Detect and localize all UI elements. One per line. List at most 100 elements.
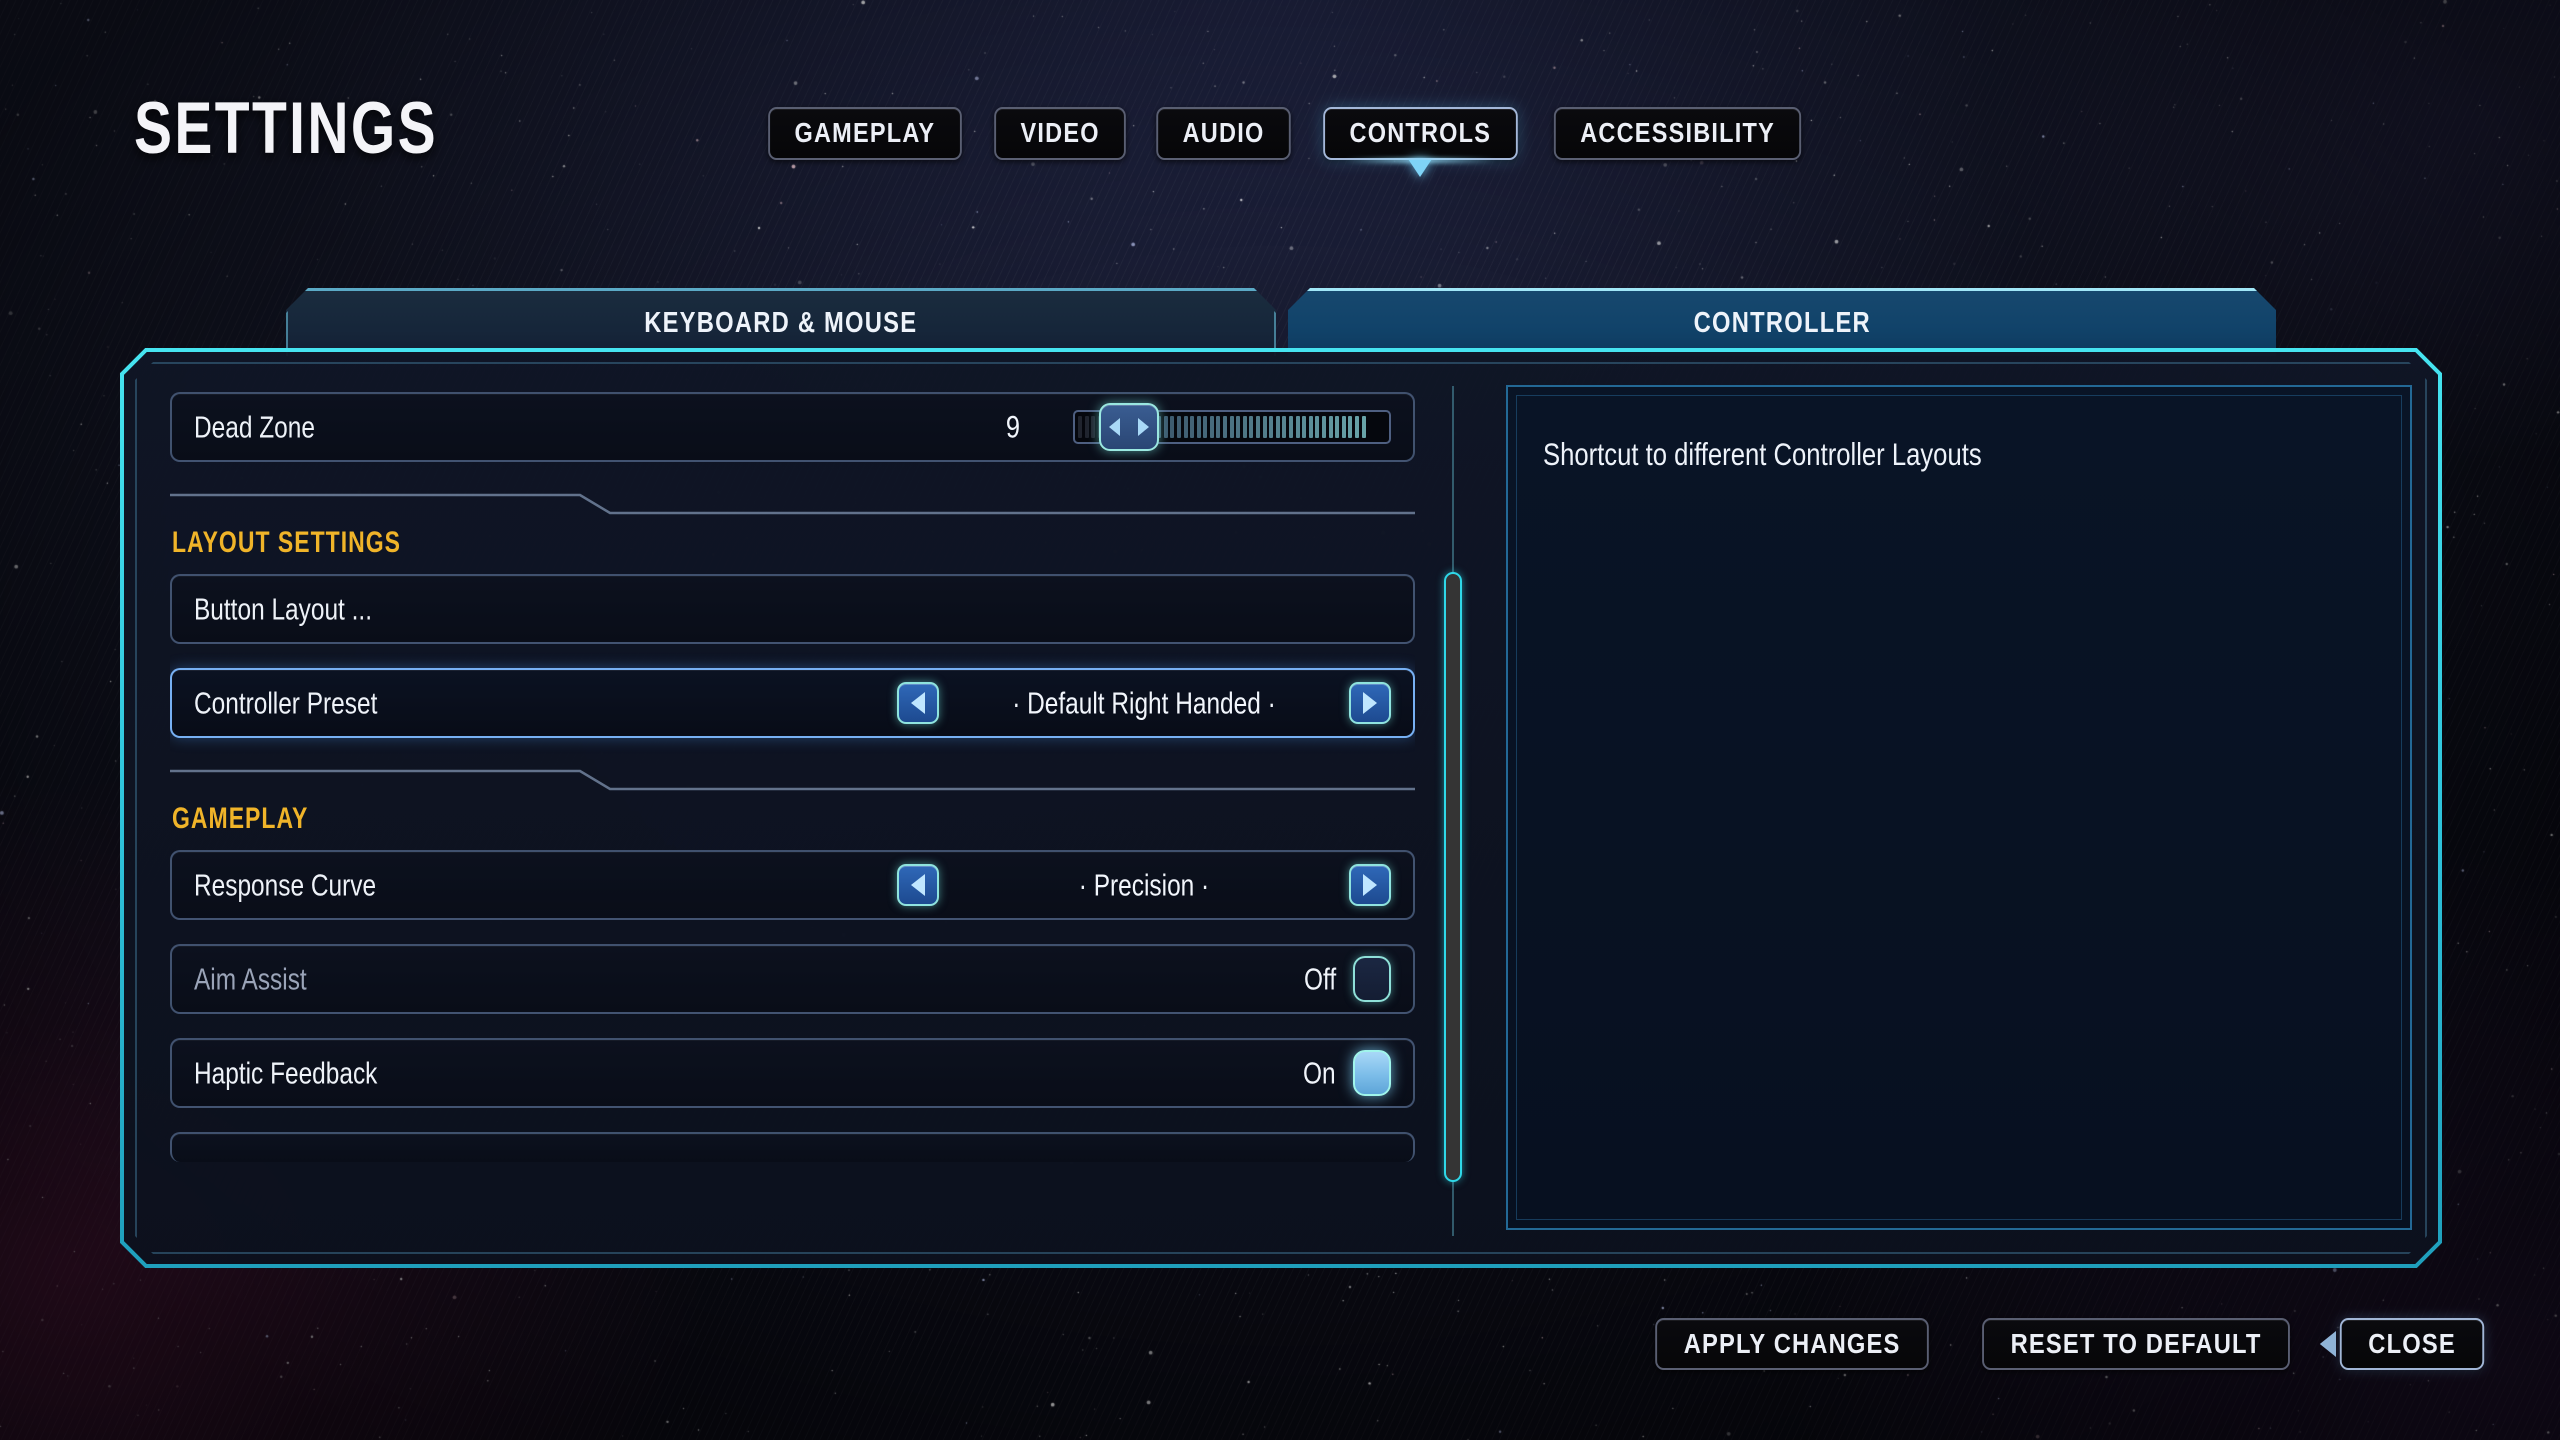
settings-list: Dead Zone 9 LAYOUT SETTINGS Button Layout .…: [170, 392, 1415, 1230]
button-close[interactable]: CLOSE: [2319, 1318, 2485, 1370]
slider-segment: [1196, 416, 1201, 438]
section-header-layout-settings: LAYOUT SETTINGS: [170, 486, 1415, 572]
slider-segment: [1289, 416, 1293, 438]
selector-value: · Default Right Handed ·: [1012, 685, 1276, 720]
setting-label: Controller Preset: [194, 685, 378, 720]
slider-segment: [1203, 416, 1208, 438]
slider-segment: [1262, 416, 1267, 438]
toggle-value-label: Off: [1303, 961, 1336, 996]
section-header-gameplay: GAMEPLAY: [170, 762, 1415, 848]
slider-segment: [1308, 416, 1313, 438]
slider-value: 9: [1005, 409, 1021, 444]
button-label: APPLY CHANGES: [1683, 1327, 1901, 1360]
toggle-value-label: On: [1303, 1055, 1336, 1090]
slider-segment: [1302, 416, 1307, 438]
chevron-right-icon: [1138, 418, 1149, 436]
section-divider: [170, 769, 1415, 791]
setting-label: Haptic Feedback: [194, 1055, 378, 1090]
slider-segment: [1242, 416, 1247, 438]
slider-segment: [1091, 416, 1096, 438]
back-arrow-icon: [2319, 1331, 2336, 1357]
info-panel: [1506, 385, 2412, 1230]
info-panel-text: Shortcut to different Controller Layouts: [1543, 437, 1982, 472]
tab-gameplay[interactable]: GAMEPLAY: [768, 107, 962, 160]
section-divider: [170, 493, 1415, 515]
slider-segment: [1295, 416, 1300, 438]
selector-value: · Precision ·: [1078, 867, 1210, 902]
arrow-right-button[interactable]: [1349, 864, 1391, 906]
slider-segment: [1183, 416, 1188, 438]
setting-row-response-curve[interactable]: Response Curve · Precision ·: [170, 850, 1415, 920]
setting-row-haptic-feedback[interactable]: Haptic Feedback On: [170, 1038, 1415, 1108]
slider-segment: [1348, 416, 1353, 438]
slider-segment: [1078, 416, 1082, 438]
setting-row-dead-zone[interactable]: Dead Zone 9: [170, 392, 1415, 462]
toggle-switch[interactable]: [1353, 1050, 1391, 1096]
settings-category-tabs: GAMEPLAY VIDEO AUDIO CONTROLS ACCESSIBILITY: [762, 107, 1809, 177]
chevron-left-icon: [1109, 418, 1120, 436]
footer-actions: APPLY CHANGES RESET TO DEFAULT CLOSE: [1648, 1318, 2488, 1370]
slider-segment: [1170, 416, 1175, 438]
subtab-keyboard-mouse[interactable]: KEYBOARD & MOUSE: [286, 288, 1276, 356]
scrollbar-thumb[interactable]: [1444, 572, 1462, 1182]
arrow-right-button[interactable]: [1349, 682, 1391, 724]
tab-label: GAMEPLAY: [794, 117, 936, 149]
dead-zone-slider[interactable]: [1073, 403, 1391, 451]
slider-segment: [1321, 416, 1326, 438]
toggle-switch[interactable]: [1353, 956, 1391, 1002]
slider-segment: [1216, 416, 1221, 438]
tab-label: AUDIO: [1182, 117, 1265, 149]
slider-segment: [1176, 416, 1181, 438]
button-reset-to-default[interactable]: RESET TO DEFAULT: [1981, 1318, 2290, 1370]
tab-label: ACCESSIBILITY: [1580, 117, 1775, 149]
tab-controls[interactable]: CONTROLS: [1323, 107, 1518, 177]
setting-label: Dead Zone: [194, 409, 315, 444]
tab-label: VIDEO: [1020, 117, 1100, 149]
arrow-left-button[interactable]: [897, 864, 939, 906]
subtab-label: CONTROLLER: [1693, 307, 1871, 339]
active-tab-pointer-icon: [1409, 160, 1432, 177]
slider-segment: [1335, 416, 1340, 438]
slider-segment: [1236, 416, 1241, 438]
tab-audio[interactable]: AUDIO: [1156, 107, 1291, 160]
section-title: LAYOUT SETTINGS: [172, 526, 402, 560]
slider-segment: [1275, 416, 1280, 438]
setting-row-aim-assist[interactable]: Aim Assist Off: [170, 944, 1415, 1014]
chevron-left-icon: [911, 874, 925, 896]
chevron-right-icon: [1363, 692, 1377, 714]
setting-row-button-layout[interactable]: Button Layout ...: [170, 574, 1415, 644]
button-label: RESET TO DEFAULT: [2010, 1327, 2262, 1360]
chevron-right-icon: [1363, 874, 1377, 896]
slider-segment: [1190, 416, 1195, 438]
setting-label: Aim Assist: [194, 961, 307, 996]
slider-segment: [1341, 416, 1346, 438]
subtab-label: KEYBOARD & MOUSE: [644, 307, 918, 339]
slider-segment: [1328, 416, 1333, 438]
slider-segment: [1084, 416, 1089, 438]
button-apply-changes[interactable]: APPLY CHANGES: [1654, 1318, 1929, 1370]
slider-segment: [1256, 416, 1261, 438]
setting-label: Response Curve: [194, 867, 377, 902]
arrow-left-button[interactable]: [897, 682, 939, 724]
slider-segment: [1315, 416, 1320, 438]
slider-segment: [1229, 416, 1234, 438]
tab-label: CONTROLS: [1349, 117, 1492, 149]
subtab-controller[interactable]: CONTROLLER: [1288, 288, 2276, 356]
setting-row-controller-preset[interactable]: Controller Preset · Default Right Handed …: [170, 668, 1415, 738]
button-label: CLOSE: [2368, 1327, 2456, 1360]
slider-segment: [1282, 416, 1287, 438]
slider-segment: [1163, 416, 1168, 438]
section-title: GAMEPLAY: [172, 802, 309, 836]
controls-device-tabs: KEYBOARD & MOUSE CONTROLLER: [286, 288, 2276, 356]
chevron-left-icon: [911, 692, 925, 714]
setting-label: Button Layout ...: [194, 591, 372, 626]
slider-segment: [1269, 416, 1274, 438]
slider-segment: [1249, 416, 1254, 438]
slider-segment: [1361, 416, 1366, 438]
slider-thumb[interactable]: [1099, 403, 1159, 451]
page-title: SETTINGS: [134, 87, 439, 169]
setting-row-partial[interactable]: [170, 1132, 1415, 1162]
tab-video[interactable]: VIDEO: [993, 107, 1126, 160]
tab-accessibility[interactable]: ACCESSIBILITY: [1553, 107, 1802, 160]
slider-segment: [1223, 416, 1228, 438]
